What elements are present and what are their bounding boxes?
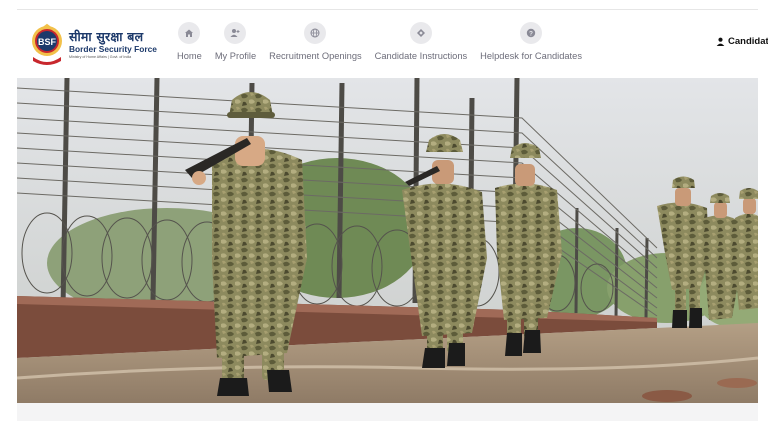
logo-text: BSF [38, 37, 57, 47]
user-icon [716, 37, 725, 46]
user-label: Candidate [728, 36, 768, 47]
diamond-icon [409, 22, 432, 44]
page: BSF सीमा सुरक्षा बल Border Security Forc… [0, 0, 768, 432]
bsf-emblem-icon: BSF [29, 23, 65, 67]
site-header: BSF सीमा सुरक्षा बल Border Security Forc… [17, 10, 768, 78]
question-icon: ? [520, 22, 543, 44]
hero-image [17, 78, 758, 403]
nav-item-my-profile[interactable]: My Profile [215, 22, 256, 66]
nav-item-recruitment-openings[interactable]: Recruitment Openings [269, 22, 362, 66]
nav-item-helpdesk[interactable]: ? Helpdesk for Candidates [480, 22, 582, 66]
home-icon [178, 22, 201, 44]
nav-label-helpdesk: Helpdesk for Candidates [480, 51, 582, 61]
brand-ministry: Ministry of Home Affairs | Govt. of Indi… [69, 55, 132, 59]
svg-text:?: ? [529, 31, 533, 38]
nav-label-candidate-instructions: Candidate Instructions [374, 51, 468, 61]
main-nav: Home My Profile Recruitment Openings Can… [177, 22, 595, 66]
nav-label-home: Home [177, 51, 202, 61]
brand-logo-link[interactable]: BSF सीमा सुरक्षा बल Border Security Forc… [29, 20, 157, 70]
page-footer-strip [17, 403, 758, 421]
nav-label-my-profile: My Profile [214, 51, 257, 61]
nav-item-home[interactable]: Home [177, 22, 202, 66]
brand-name-hindi: सीमा सुरक्षा बल [69, 29, 144, 44]
globe-icon [304, 22, 327, 44]
nav-item-candidate-instructions[interactable]: Candidate Instructions [374, 22, 468, 66]
user-menu[interactable]: Candidate [716, 36, 768, 47]
brand-name-english: Border Security Force [69, 44, 157, 54]
nav-label-recruitment-openings: Recruitment Openings [269, 51, 362, 61]
user-plus-icon [224, 22, 247, 44]
